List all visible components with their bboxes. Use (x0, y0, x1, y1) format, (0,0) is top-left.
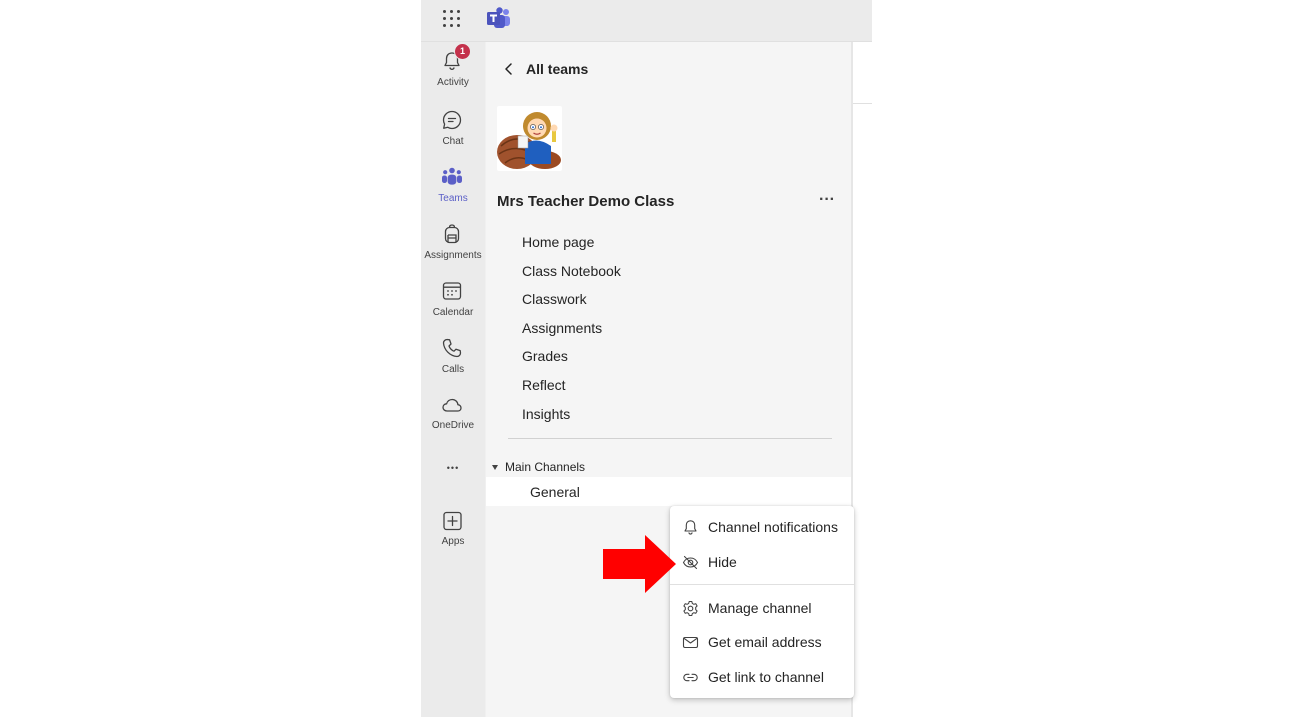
calendar-icon (442, 282, 462, 300)
menu-item-get-link-to-channel[interactable]: Get link to channel (670, 662, 854, 692)
menu-divider (670, 584, 854, 585)
red-arrow-annotation-icon (603, 535, 676, 593)
team-avatar (497, 106, 562, 171)
chat-icon (442, 110, 462, 130)
tab-assignments[interactable]: Assignments (522, 320, 602, 336)
mail-icon (682, 636, 699, 649)
rail-item-activity[interactable]: 1 Activity (421, 43, 485, 102)
rail-item-calls[interactable]: Calls (421, 337, 485, 389)
eye-off-icon (682, 555, 699, 570)
main-content-area (853, 42, 872, 717)
tab-insights[interactable]: Insights (522, 406, 570, 422)
rail-label-assignments: Assignments (424, 250, 482, 261)
rail-label-calls: Calls (441, 364, 465, 375)
notification-badge: 1 (454, 43, 471, 60)
rail-label-activity: Activity (437, 77, 469, 88)
add-app-icon (443, 511, 462, 531)
tab-home-page[interactable]: Home page (522, 234, 594, 250)
rail-item-calendar[interactable]: Calendar (421, 280, 485, 332)
channel-item-general[interactable]: General (486, 477, 851, 506)
title-bar (421, 0, 872, 42)
back-label: All teams (526, 61, 589, 77)
menu-item-manage-channel[interactable]: Manage channel (670, 593, 854, 623)
menu-label: Channel notifications (708, 519, 838, 535)
menu-item-channel-notifications[interactable]: Channel notifications (670, 512, 854, 542)
rail-item-chat[interactable]: Chat (421, 109, 485, 161)
channel-context-menu: Channel notifications Hide Manage channe… (670, 506, 854, 698)
team-more-options-button[interactable]: ··· (816, 192, 838, 213)
rail-label-apps: Apps (441, 536, 465, 547)
divider (508, 438, 832, 439)
channel-label: General (530, 484, 580, 500)
rail-item-teams[interactable]: Teams (421, 166, 485, 218)
app-rail: 1 Activity Chat Teams Assignments Calend… (421, 42, 485, 717)
more-icon: ••• (446, 463, 460, 473)
menu-label: Manage channel (708, 600, 812, 616)
gear-icon (683, 600, 698, 617)
tab-grades[interactable]: Grades (522, 348, 568, 364)
menu-label: Get email address (708, 634, 822, 650)
rail-item-apps[interactable]: Apps (421, 510, 485, 562)
rail-label-teams: Teams (438, 193, 468, 204)
app-launcher-icon[interactable] (443, 10, 461, 28)
team-name: Mrs Teacher Demo Class (497, 193, 675, 210)
menu-item-hide[interactable]: Hide (670, 547, 854, 577)
rail-item-assignments[interactable]: Assignments (421, 223, 485, 275)
tab-classwork[interactable]: Classwork (522, 291, 587, 307)
chevron-left-icon (505, 63, 512, 75)
menu-item-get-email-address[interactable]: Get email address (670, 627, 854, 657)
caret-down-icon (492, 464, 498, 470)
teams-logo-icon (487, 7, 510, 28)
menu-label: Get link to channel (708, 669, 824, 685)
backpack-icon (444, 224, 460, 244)
tab-class-notebook[interactable]: Class Notebook (522, 263, 621, 279)
tab-reflect[interactable]: Reflect (522, 377, 566, 393)
back-to-all-teams[interactable]: All teams (502, 58, 588, 80)
teams-icon (442, 167, 462, 185)
rail-label-onedrive: OneDrive (431, 420, 475, 431)
phone-icon (442, 338, 462, 358)
cloud-icon (442, 398, 462, 412)
channel-section-label: Main Channels (505, 460, 586, 474)
rail-item-onedrive[interactable]: OneDrive (421, 394, 485, 446)
rail-label-chat: Chat (442, 136, 464, 147)
link-icon (683, 673, 698, 682)
channel-section-header[interactable]: Main Channels (492, 460, 585, 474)
bell-icon (684, 520, 697, 535)
menu-label: Hide (708, 554, 737, 570)
more-apps-button[interactable]: ••• (421, 458, 485, 478)
content-header-divider (853, 103, 872, 104)
rail-label-calendar: Calendar (432, 307, 474, 318)
